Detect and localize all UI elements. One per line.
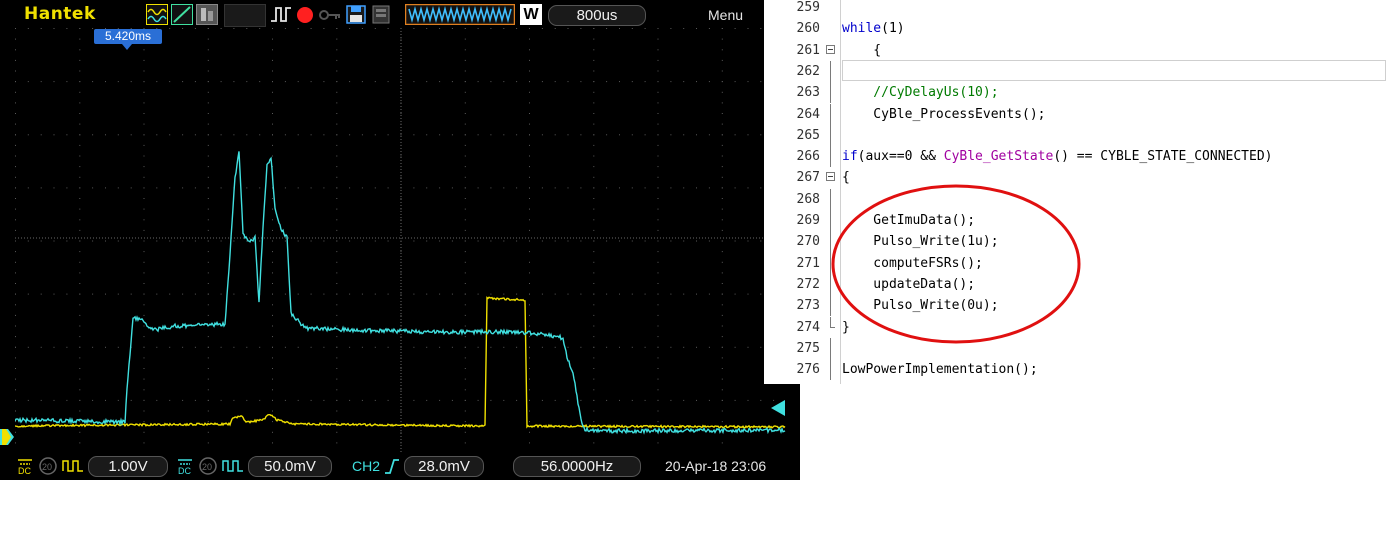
line-number: 266: [764, 146, 820, 167]
save-icon[interactable]: [345, 4, 367, 25]
menu-button[interactable]: Menu: [708, 7, 743, 23]
svg-text:20: 20: [42, 462, 52, 472]
status-blank-box: [224, 4, 266, 27]
oscilloscope-screen: Hantek W 800us Menu 5.420ms DC 20 1.00V …: [0, 0, 800, 480]
code-line[interactable]: 265: [764, 125, 1386, 146]
waveform-display: [15, 28, 786, 453]
code-text[interactable]: while(1): [842, 18, 905, 39]
trigger-level-marker-icon[interactable]: [771, 400, 785, 416]
line-number: 276: [764, 359, 820, 380]
line-number: 272: [764, 274, 820, 295]
ch2-coupling-dc-icon: DC: [176, 457, 194, 475]
trigger-position-marker-icon[interactable]: [122, 44, 132, 50]
fold-guide: [830, 61, 831, 82]
line-number: 269: [764, 210, 820, 231]
line-number: 273: [764, 295, 820, 316]
scope-bottom-bar: DC 20 1.00V DC 20 50.0mV CH2 28.0mV 56.0…: [0, 453, 800, 480]
line-number: 259: [764, 0, 820, 18]
fold-collapse-icon[interactable]: [826, 172, 835, 181]
code-text[interactable]: //CyDelayUs(10);: [842, 82, 999, 103]
code-line[interactable]: 259: [764, 0, 1386, 18]
ch1-probe-icon: [62, 457, 84, 475]
trigger-position-readout: 5.420ms: [94, 29, 162, 44]
ch2-probe-icon: [222, 457, 244, 475]
usb-storage-icon: [370, 4, 392, 25]
line-number: 275: [764, 338, 820, 359]
code-text[interactable]: CyBle_ProcessEvents();: [842, 104, 1046, 125]
key-icon: [318, 4, 342, 25]
code-line[interactable]: 276 LowPowerImplementation();: [764, 359, 1386, 380]
frequency-counter: 56.0000Hz: [513, 456, 641, 477]
ch2-volts-per-div[interactable]: 50.0mV: [248, 456, 332, 477]
line-number: 267: [764, 167, 820, 188]
trigger-level-readout[interactable]: 28.0mV: [404, 456, 484, 477]
code-text[interactable]: if(aux==0 && CyBle_GetState() == CYBLE_S…: [842, 146, 1272, 167]
ch1-volts-per-div[interactable]: 1.00V: [88, 456, 168, 477]
line-number: 263: [764, 82, 820, 103]
timebase-readout[interactable]: 800us: [548, 5, 646, 26]
memory-depth-icon: [405, 4, 515, 25]
code-text[interactable]: LowPowerImplementation();: [842, 359, 1038, 380]
svg-text:20: 20: [202, 462, 212, 472]
code-line[interactable]: 261 {: [764, 40, 1386, 61]
line-number: 274: [764, 317, 820, 338]
rising-edge-icon: [384, 457, 400, 475]
code-line[interactable]: 266 if(aux==0 && CyBle_GetState() == CYBL…: [764, 146, 1386, 167]
red-ellipse-annotation: [831, 183, 1081, 345]
line-number: 264: [764, 104, 820, 125]
vector-mode-icon: [171, 4, 193, 25]
fold-guide: [830, 82, 831, 103]
acquisition-badge: W: [520, 4, 542, 25]
code-line[interactable]: 262: [764, 61, 1386, 82]
svg-text:DC: DC: [18, 466, 31, 475]
line-number: 270: [764, 231, 820, 252]
scope-top-bar: Hantek W 800us Menu: [0, 0, 800, 29]
waveform-mode-icon: [146, 4, 168, 25]
date-time: 20-Apr-18 23:06: [665, 458, 766, 474]
ch1-bandwidth-limit-icon: 20: [38, 457, 58, 475]
trigger-edge-icon: [270, 4, 292, 25]
brand-logo: Hantek: [24, 4, 96, 24]
persistence-icon: [196, 4, 218, 25]
line-number: 262: [764, 61, 820, 82]
line-number: 268: [764, 189, 820, 210]
code-line[interactable]: 264 CyBle_ProcessEvents();: [764, 104, 1386, 125]
line-number: 261: [764, 40, 820, 61]
code-line[interactable]: 260 while(1): [764, 18, 1386, 39]
line-number: 265: [764, 125, 820, 146]
code-line[interactable]: 263 //CyDelayUs(10);: [764, 82, 1386, 103]
svg-text:DC: DC: [178, 466, 191, 475]
fold-guide: [830, 104, 831, 125]
trigger-source-label: CH2: [352, 458, 380, 474]
fold-guide: [830, 146, 831, 167]
code-text[interactable]: {: [842, 40, 881, 61]
stop-indicator-icon[interactable]: [294, 4, 316, 25]
line-number: 260: [764, 18, 820, 39]
fold-guide: [830, 359, 831, 380]
ch1-ground-marker-icon[interactable]: [0, 429, 14, 445]
fold-guide: [830, 125, 831, 146]
fold-collapse-icon[interactable]: [826, 45, 835, 54]
line-number: 271: [764, 253, 820, 274]
ch2-bandwidth-limit-icon: 20: [198, 457, 218, 475]
ch1-coupling-dc-icon: DC: [16, 457, 34, 475]
